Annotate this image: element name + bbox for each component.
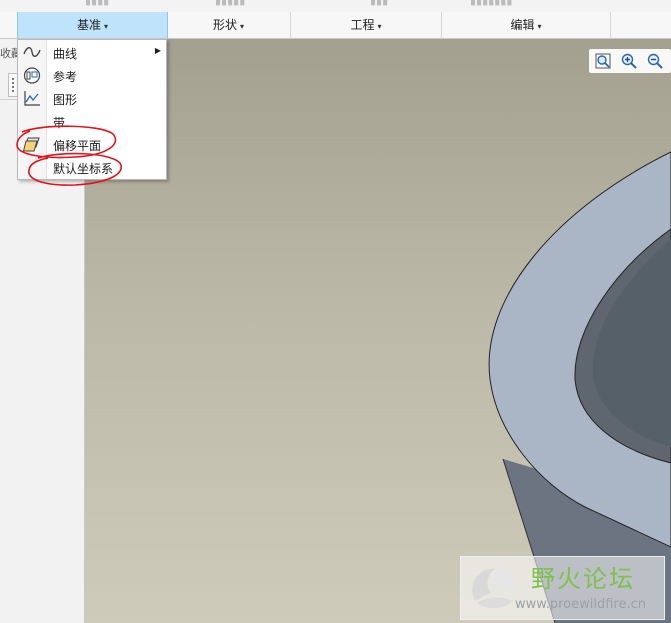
menu-item-ribbon[interactable]: 带	[18, 110, 166, 133]
chevron-down-icon: ▾	[240, 22, 245, 31]
menu-item-label: 带	[53, 116, 66, 130]
graph-icon	[23, 90, 41, 107]
group-label: 工程	[350, 18, 375, 32]
reference-icon	[23, 67, 41, 84]
menu-item-label: 曲线	[53, 47, 78, 61]
ribbon-group-bar: 基准 ▾ 形状 ▾ 工程 ▾ 编辑 ▾	[0, 12, 671, 39]
refit-zoom-icon[interactable]	[594, 52, 612, 70]
ribbon-stub: ▮▮▮▮▮▮▮	[470, 0, 513, 7]
chevron-down-icon: ▾	[537, 22, 542, 31]
menu-item-label: 默认坐标系	[53, 162, 114, 176]
menu-item-offset-plane[interactable]: 偏移平面	[18, 133, 166, 156]
watermark-title: 野火论坛	[531, 565, 635, 593]
datum-dropdown-menu: 曲线 ▶ 参考 图形 带 偏移平面 默认坐标系	[17, 39, 167, 180]
ribbon-stub: ▮▮▮	[370, 0, 389, 7]
chevron-down-icon: ▾	[104, 22, 109, 31]
menu-item-reference[interactable]: 参考	[18, 64, 166, 87]
group-label: 形状	[212, 18, 237, 32]
ribbon-stub: ▮▮▮▮	[85, 0, 110, 7]
group-shape[interactable]: 形状 ▾	[167, 12, 291, 38]
ribbon-stub: ▮▮▮▮▮	[215, 0, 246, 7]
menu-item-label: 偏移平面	[53, 139, 102, 153]
view-toolbar	[589, 49, 671, 73]
menu-item-curve[interactable]: 曲线 ▶	[18, 41, 166, 64]
zoom-in-icon[interactable]	[620, 52, 638, 70]
menu-item-default-csys[interactable]: 默认坐标系	[18, 156, 166, 179]
model-3d-ring	[488, 151, 671, 623]
ribbon-icon	[23, 113, 41, 130]
offset-plane-icon	[22, 136, 41, 153]
group-engineering[interactable]: 工程 ▾	[291, 12, 442, 38]
blank-icon	[23, 159, 41, 176]
submenu-arrow-icon: ▶	[154, 46, 161, 55]
zoom-out-icon[interactable]	[646, 52, 664, 70]
menu-item-label: 参考	[53, 70, 78, 84]
curve-icon	[23, 44, 41, 61]
menu-item-label: 图形	[53, 93, 78, 107]
graphics-viewport[interactable]	[85, 39, 671, 623]
group-label: 基准	[76, 18, 101, 32]
menu-item-graph[interactable]: 图形	[18, 87, 166, 110]
watermark: 野火论坛 www.proewildfire.cn	[460, 556, 665, 620]
group-edit[interactable]: 编辑 ▾	[442, 12, 611, 38]
group-label: 编辑	[510, 18, 535, 32]
watermark-url: www.proewildfire.cn	[515, 597, 646, 612]
chevron-down-icon: ▾	[377, 22, 382, 31]
group-datum[interactable]: 基准 ▾	[17, 12, 168, 38]
